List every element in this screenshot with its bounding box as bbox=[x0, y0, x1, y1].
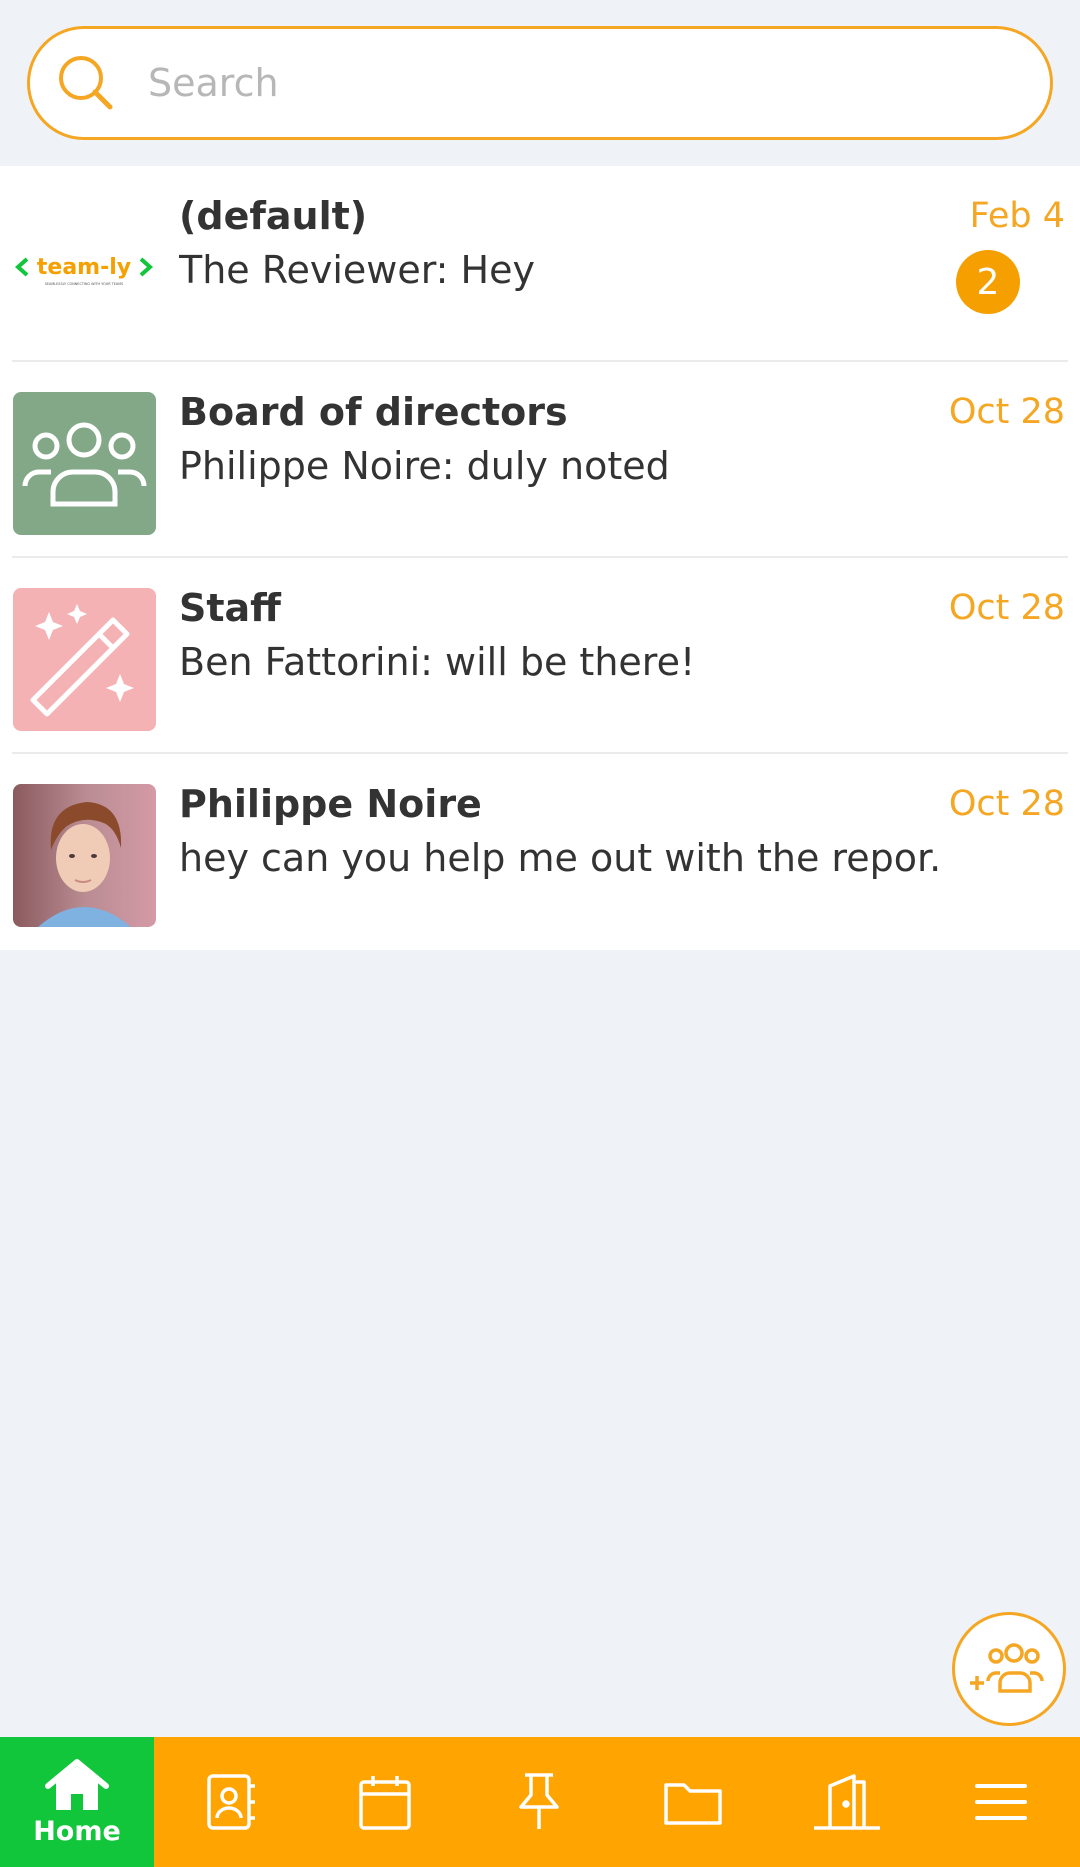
group-icon bbox=[13, 392, 156, 535]
unread-badge: 2 bbox=[956, 250, 1020, 314]
conversation-date: Oct 28 bbox=[948, 392, 1065, 432]
nav-calendar[interactable] bbox=[308, 1737, 462, 1867]
conversation-item[interactable]: team-ly SEAMLESSLY CONNECTING WITH YOUR … bbox=[0, 166, 1080, 362]
conversation-title: Staff bbox=[179, 586, 281, 630]
magic-wand-icon bbox=[13, 588, 156, 731]
conversation-title: Board of directors bbox=[179, 390, 568, 434]
calendar-icon bbox=[359, 1776, 411, 1830]
nav-menu[interactable] bbox=[924, 1737, 1078, 1867]
nav-contacts[interactable] bbox=[154, 1737, 308, 1867]
conversation-date: Feb 4 bbox=[969, 196, 1065, 236]
conversation-preview: Ben Fattorini: will be there! bbox=[179, 640, 696, 684]
conversation-preview: The Reviewer: Hey bbox=[179, 248, 535, 292]
nav-home[interactable]: Home bbox=[0, 1737, 154, 1867]
conversation-date: Oct 28 bbox=[948, 784, 1065, 824]
conversation-preview: Philippe Noire: duly noted bbox=[179, 444, 670, 488]
team-ly-logo-tagline: SEAMLESSLY CONNECTING WITH YOUR TEAMS bbox=[45, 282, 124, 286]
conversation-item[interactable]: Philippe Noire hey can you help me out w… bbox=[0, 754, 1080, 950]
nav-files[interactable] bbox=[616, 1737, 770, 1867]
add-group-icon bbox=[970, 1643, 1044, 1693]
team-ly-logo: team-ly SEAMLESSLY CONNECTING WITH YOUR … bbox=[13, 196, 156, 339]
door-icon bbox=[814, 1774, 880, 1830]
bottom-nav: Home bbox=[0, 1737, 1080, 1867]
team-ly-logo-text: team-ly bbox=[37, 255, 131, 280]
conversation-title: Philippe Noire bbox=[179, 782, 482, 826]
nav-home-label: Home bbox=[33, 1815, 121, 1847]
conversation-date: Oct 28 bbox=[948, 588, 1065, 628]
pin-icon bbox=[519, 1773, 559, 1829]
menu-icon bbox=[975, 1784, 1027, 1820]
conversation-item[interactable]: Staff Ben Fattorini: will be there! Oct … bbox=[0, 558, 1080, 754]
nav-rooms[interactable] bbox=[770, 1737, 924, 1867]
add-group-button[interactable] bbox=[952, 1612, 1066, 1726]
search-icon bbox=[59, 56, 113, 110]
search-bar-container bbox=[0, 0, 1080, 166]
conversation-preview: hey can you help me out with the repor..… bbox=[179, 836, 939, 880]
conversation-item[interactable]: Board of directors Philippe Noire: duly … bbox=[0, 362, 1080, 558]
search-input[interactable] bbox=[148, 61, 948, 105]
user-photo bbox=[13, 784, 156, 927]
nav-pinned[interactable] bbox=[462, 1737, 616, 1867]
conversation-list: team-ly SEAMLESSLY CONNECTING WITH YOUR … bbox=[0, 166, 1080, 950]
folder-icon bbox=[664, 1783, 722, 1825]
contacts-icon bbox=[207, 1774, 255, 1830]
conversation-title: (default) bbox=[179, 194, 368, 238]
home-icon bbox=[45, 1758, 109, 1810]
search-box[interactable] bbox=[27, 26, 1053, 140]
